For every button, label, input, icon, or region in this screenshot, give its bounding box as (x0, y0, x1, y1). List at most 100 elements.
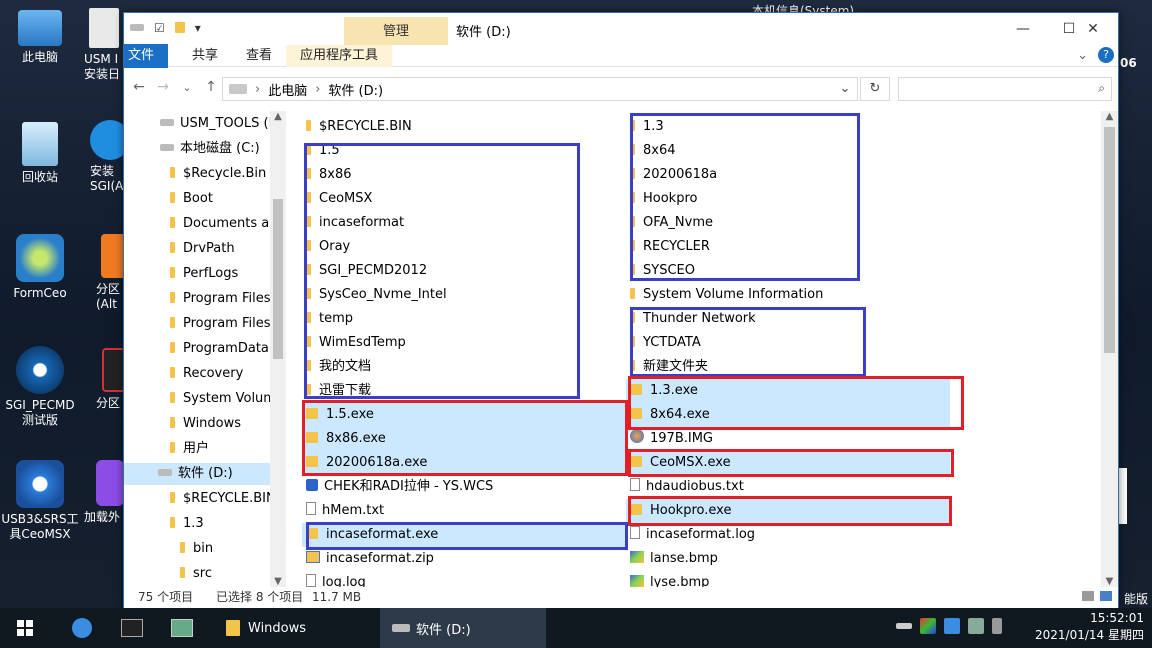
nav-item-folder[interactable]: PerfLogs (170, 263, 238, 285)
forward-button[interactable]: → (154, 79, 172, 95)
nav-item-folder[interactable]: $RECYCLE.BIN (170, 488, 276, 510)
tab-manage[interactable]: 管理 (344, 17, 448, 45)
taskbar-pinned-app[interactable] (60, 608, 104, 648)
list-item[interactable]: log.log (302, 571, 622, 587)
nav-item-folder[interactable]: Program Files (170, 288, 271, 310)
desktop-icon-mount[interactable]: 加载外 (84, 460, 124, 525)
taskbar-window-windows[interactable]: Windows (216, 608, 376, 648)
tab-application-tools[interactable]: 应用程序工具 (286, 44, 393, 67)
title-bar: ☑ ▾ 管理 软件 (D:) — ☐ ✕ (124, 13, 1118, 45)
properties-icon[interactable]: ☑ (154, 21, 165, 35)
nav-item-drive-c[interactable]: 本地磁盘 (C:) (160, 138, 260, 160)
new-folder-icon[interactable] (174, 21, 185, 35)
up-button[interactable]: ↑ (202, 79, 220, 95)
tab-view[interactable]: 查看 (232, 45, 286, 67)
close-button[interactable]: ✕ (1070, 13, 1116, 45)
expand-ribbon-icon[interactable]: ⌄ (1077, 48, 1088, 63)
address-dropdown-icon[interactable]: ⌄ (832, 77, 858, 101)
list-item[interactable]: lyse.bmp (626, 571, 946, 587)
tab-share[interactable]: 共享 (178, 45, 232, 67)
nav-item-folder[interactable]: Recovery (170, 363, 243, 385)
refresh-button[interactable]: ↻ (860, 77, 890, 101)
nav-item-folder[interactable]: Boot (170, 188, 213, 210)
nav-item-folder[interactable]: $Recycle.Bin (170, 163, 266, 185)
folder-icon (170, 292, 175, 303)
disk-image-icon (630, 429, 644, 443)
drive-icon (229, 84, 247, 94)
nav-item-folder[interactable]: src (180, 563, 212, 585)
address-bar[interactable]: › 此电脑 › 软件 (D:) (222, 77, 858, 101)
taskbar-window-explorer[interactable]: 软件 (D:) (380, 608, 546, 648)
folder-icon (170, 317, 175, 328)
nav-scroll-thumb[interactable] (273, 199, 283, 359)
desktop-icon-this-pc[interactable]: 此电脑 (0, 8, 80, 65)
large-icons-view-icon[interactable] (1100, 591, 1112, 601)
breadcrumb-drive-d[interactable]: 软件 (D:) (328, 80, 383, 99)
recent-locations-button[interactable]: ⌄ (178, 81, 196, 94)
help-icon[interactable]: ? (1098, 47, 1114, 63)
desktop-edge-box (1119, 468, 1127, 524)
scroll-up-icon[interactable]: ▲ (270, 111, 286, 122)
ribbon-tabs: 文件 主页 共享 查看 应用程序工具 ⌄ ? (124, 43, 1118, 68)
desktop-icon-recycle-bin[interactable]: 回收站 (0, 122, 80, 185)
selected-count: 已选择 8 个项目 (216, 590, 304, 604)
back-button[interactable]: ← (130, 79, 148, 95)
color-app-icon[interactable] (920, 618, 936, 634)
nav-item-drive-d[interactable]: 软件 (D:) (124, 463, 270, 485)
nav-item-folder[interactable]: Program Files (170, 313, 271, 335)
start-button[interactable] (0, 608, 50, 648)
details-view-icon[interactable] (1082, 591, 1094, 601)
list-item[interactable]: incaseformat.zip (302, 547, 622, 571)
nav-item-folder[interactable]: DrvPath (170, 238, 235, 260)
nav-item-folder[interactable]: System Volum (170, 388, 276, 410)
document-icon (89, 8, 119, 48)
clock[interactable]: 15:52:01 2021/01/14 星期四 (1035, 610, 1144, 644)
minimize-button[interactable]: — (1000, 13, 1046, 45)
search-input[interactable]: ⌕ (898, 77, 1112, 101)
folder-icon (170, 392, 175, 403)
folder-icon (170, 192, 175, 203)
nav-item-folder[interactable]: Documents ar (170, 213, 275, 235)
usb-icon[interactable] (896, 623, 912, 629)
list-item[interactable]: CHEK和RADI拉伸 - YS.WCS (302, 475, 622, 499)
list-item[interactable]: incaseformat.log (626, 523, 946, 547)
tab-file[interactable]: 文件 (124, 43, 169, 68)
network-icon[interactable] (944, 618, 960, 634)
list-item[interactable]: System Volume Information (626, 283, 946, 307)
qat-dropdown-icon[interactable]: ▾ (195, 21, 201, 35)
storage-icon[interactable] (992, 618, 1002, 634)
desktop-icon-formceo[interactable]: FormCeo (0, 234, 80, 301)
folder-icon (180, 542, 185, 553)
desktop-icon-sgi-pecmd[interactable]: SGI_PECMD 测试版 (0, 346, 80, 428)
list-item[interactable]: lanse.bmp (626, 547, 946, 571)
folder-icon (170, 367, 175, 378)
desktop-icon-usb3[interactable]: USB3&SRS工 具CeoMSX (0, 460, 80, 542)
nav-item-folder[interactable]: 用户 (170, 438, 209, 460)
nav-item-folder[interactable]: 1.3 (170, 513, 204, 535)
list-item[interactable]: 197B.IMG (626, 427, 946, 451)
scroll-up-icon[interactable]: ▲ (1101, 111, 1118, 122)
monitor-icon (171, 619, 193, 637)
list-item[interactable]: hMem.txt (302, 499, 622, 523)
taskbar-pinned-app[interactable] (110, 608, 154, 648)
desktop-icon-usm[interactable]: USM I 安装日 (84, 8, 124, 82)
system-tray (896, 618, 1002, 634)
folder-icon (170, 492, 175, 503)
taskbar-pinned-app[interactable] (160, 608, 204, 648)
list-item[interactable]: $RECYCLE.BIN (302, 115, 622, 139)
drive-icon[interactable] (130, 21, 144, 35)
highlight-box-red (628, 496, 952, 526)
nav-item-folder[interactable]: ProgramData (170, 338, 269, 360)
nav-item-folder[interactable]: Windows (170, 413, 241, 435)
nav-item-folder[interactable]: bin (180, 538, 213, 560)
content-scroll-thumb[interactable] (1104, 127, 1115, 353)
content-scrollbar[interactable]: ▲ ▼ (1101, 111, 1118, 587)
highlight-box-red (628, 449, 954, 477)
drive-icon (160, 144, 174, 151)
nav-item-usm-tools[interactable]: USM_TOOLS (B (160, 113, 278, 135)
breadcrumb-separator: › (255, 81, 261, 97)
nav-scrollbar[interactable]: ▲ ▼ (270, 111, 286, 587)
breadcrumb-this-pc[interactable]: 此电脑 (268, 80, 307, 99)
remote-icon[interactable] (968, 618, 984, 634)
text-file-icon (306, 502, 316, 515)
